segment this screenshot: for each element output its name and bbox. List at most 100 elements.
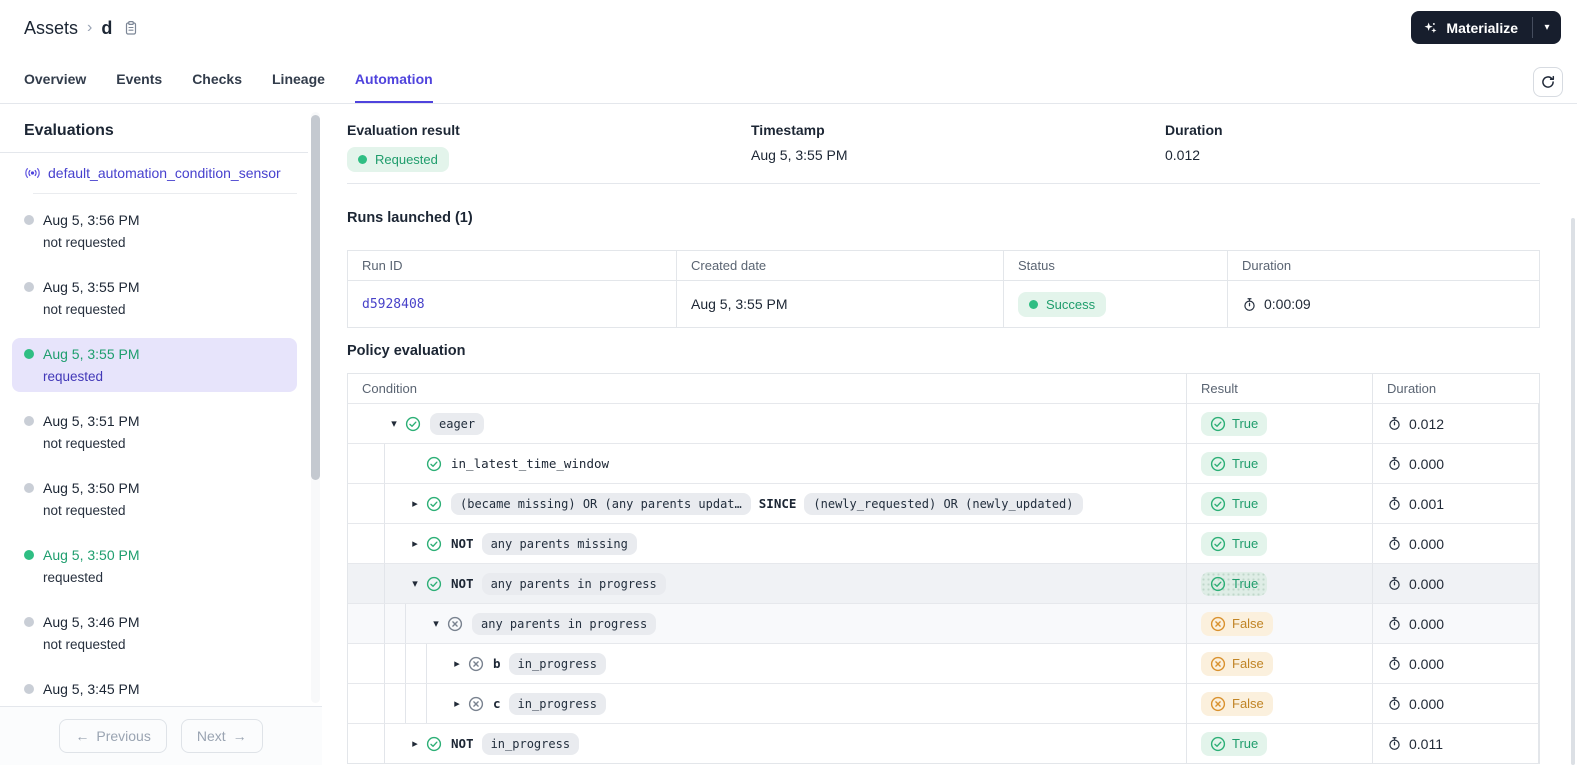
evaluation-status: not requested [43, 503, 126, 518]
evaluation-list-item[interactable]: Aug 5, 3:55 PM requested [12, 338, 297, 392]
duration-cell: 0.012 [1373, 403, 1539, 443]
condition-tokens: (became missing) OR (any parents updat… S… [451, 492, 1083, 515]
result-cell: True [1187, 403, 1373, 443]
evaluation-item-row: Aug 5, 3:55 PM [24, 279, 285, 295]
chevron-down-icon: ▾ [1544, 22, 1550, 33]
sensor-row: default_automation_condition_sensor [0, 153, 322, 193]
runs-column-header: Duration [1242, 258, 1292, 273]
result-true-badge: True [1201, 531, 1268, 556]
previous-page-button[interactable]: ← Previous [59, 719, 167, 753]
policy-condition-row[interactable]: ▸ NOT in_progress True 0.011 [348, 723, 1539, 763]
duration-cell: 0.000 [1373, 643, 1539, 683]
policy-condition-row[interactable]: in_latest_time_window True 0.000 [348, 443, 1539, 483]
evaluation-list-item[interactable]: Aug 5, 3:51 PM not requested [12, 405, 297, 459]
condition-duration: 0.011 [1387, 736, 1443, 752]
run-duration-text: 0:00:09 [1264, 296, 1311, 312]
result-cell: False [1187, 683, 1373, 723]
tab-events[interactable]: Events [116, 56, 162, 103]
result-cell: True [1187, 523, 1373, 563]
result-true-badge: True [1201, 451, 1268, 476]
condition-chip: in_progress [481, 732, 580, 755]
condition-cell: ▸ c in_progress [348, 683, 1187, 723]
evaluation-timestamp: Aug 5, 3:56 PM [43, 212, 140, 228]
breadcrumb-current: d [101, 17, 113, 38]
evaluation-list-item[interactable]: Aug 5, 3:56 PM not requested [12, 204, 297, 258]
timer-icon [1387, 416, 1402, 431]
caret-right-icon[interactable]: ▸ [447, 657, 467, 670]
breadcrumb: Assets › d [24, 18, 139, 39]
run-id-cell: d5928408 [348, 280, 677, 327]
sidebar-scrollbar-thumb[interactable] [311, 115, 320, 480]
result-cell: True [1187, 483, 1373, 523]
run-status-cell: Success [1004, 280, 1228, 327]
timer-icon [1387, 576, 1402, 591]
condition-tokens: NOT in_progress [451, 732, 580, 755]
runs-table: Run ID Created date Status Duration d592840… [347, 250, 1540, 328]
check-circle-icon [426, 495, 443, 512]
policy-condition-row[interactable]: ▸ b in_progress False 0.000 [348, 643, 1539, 683]
breadcrumb-root[interactable]: Assets [24, 18, 78, 39]
requested-status-badge: Requested [347, 147, 449, 172]
condition-chip: (newly_requested) OR (newly_updated) [804, 492, 1083, 515]
x-circle-icon [1210, 656, 1226, 672]
evaluation-list-item[interactable]: Aug 5, 3:45 PM [12, 673, 297, 705]
tree-indent-guide [405, 644, 426, 683]
caret-right-icon[interactable]: ▸ [447, 697, 467, 710]
policy-condition-row[interactable]: ▸ NOT any parents missing True 0.000 [348, 523, 1539, 563]
evaluation-item-row: Aug 5, 3:45 PM [24, 681, 285, 697]
evaluation-timestamp: Aug 5, 3:50 PM [43, 547, 140, 563]
result-true-badge: True [1201, 571, 1268, 596]
policy-condition-row[interactable]: ▸ (became missing) OR (any parents updat…… [348, 483, 1539, 523]
caret-right-icon[interactable]: ▸ [405, 537, 425, 550]
condition-duration-text: 0.000 [1409, 695, 1445, 712]
tree-indent-guide [384, 724, 405, 763]
caret-down-icon[interactable]: ▾ [426, 617, 446, 630]
tree-indent-guide [384, 604, 405, 643]
result-false-badge: False [1201, 611, 1273, 636]
next-page-button[interactable]: Next → [180, 719, 263, 753]
runs-column-header: Created date [677, 251, 1004, 280]
run-status-badge: Success [1018, 291, 1107, 317]
refresh-button[interactable] [1533, 67, 1563, 97]
condition-duration: 0.000 [1387, 536, 1444, 552]
tab-overview[interactable]: Overview [24, 56, 86, 103]
condition-cell: ▾ eager [348, 403, 1187, 443]
policy-condition-row[interactable]: ▸ c in_progress False 0.000 [348, 683, 1539, 723]
result-text: False [1232, 616, 1264, 631]
tab-lineage[interactable]: Lineage [272, 56, 325, 103]
next-label: Next [196, 728, 226, 744]
status-dot-green-icon [24, 349, 34, 359]
result-text: True [1232, 736, 1259, 751]
tab-automation[interactable]: Automation [354, 56, 433, 103]
materialize-button[interactable]: Materialize [1411, 11, 1532, 44]
caret-down-icon[interactable]: ▾ [384, 417, 404, 430]
sensor-link[interactable]: default_automation_condition_sensor [48, 165, 281, 181]
run-duration-cell: 0:00:09 [1228, 280, 1539, 327]
policy-condition-row[interactable]: ▾ NOT any parents in progress True 0.000 [348, 563, 1539, 603]
evaluation-list-item[interactable]: Aug 5, 3:46 PM not requested [12, 606, 297, 660]
tab-checks[interactable]: Checks [192, 56, 242, 103]
timer-icon [1387, 616, 1402, 631]
evaluation-status: not requested [43, 637, 126, 652]
status-dot-gray-icon [24, 416, 34, 426]
run-id-link[interactable]: d5928408 [362, 297, 425, 312]
materialize-dropdown-button[interactable]: ▾ [1533, 11, 1561, 44]
caret-right-icon[interactable]: ▸ [405, 737, 425, 750]
evaluation-list-item[interactable]: Aug 5, 3:50 PM requested [12, 539, 297, 593]
evaluation-item-row: Aug 5, 3:50 PM [24, 547, 285, 563]
runs-launched-heading: Runs launched (1) [347, 210, 473, 226]
copy-asset-name-icon[interactable] [123, 20, 139, 36]
result-false-badge: False [1201, 651, 1273, 676]
caret-right-icon[interactable]: ▸ [405, 497, 425, 510]
app-header: Assets › d Materialize ▾ [0, 0, 1577, 56]
timer-icon [1387, 656, 1402, 671]
evaluation-list-item[interactable]: Aug 5, 3:55 PM not requested [12, 271, 297, 325]
duration-label: Duration [1165, 122, 1223, 138]
page-scrollbar[interactable] [1571, 218, 1575, 765]
runs-table-body: d5928408 Aug 5, 3:55 PM Success 0:00:09 [348, 280, 1539, 327]
policy-condition-row[interactable]: ▾ eager True 0.012 [348, 403, 1539, 443]
condition-duration: 0.012 [1387, 416, 1444, 432]
caret-down-icon[interactable]: ▾ [405, 577, 425, 590]
policy-condition-row[interactable]: ▾ any parents in progress False 0.000 [348, 603, 1539, 643]
evaluation-list-item[interactable]: Aug 5, 3:50 PM not requested [12, 472, 297, 526]
